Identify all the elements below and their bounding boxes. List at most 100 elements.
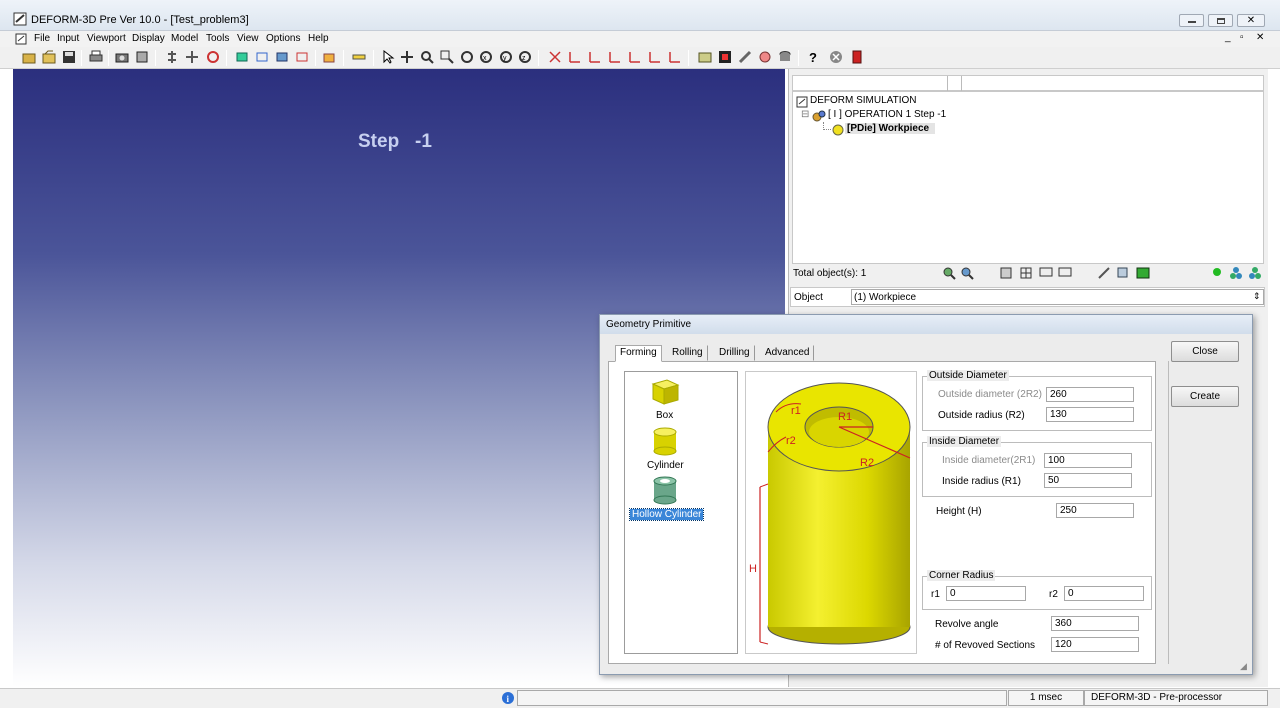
menu-model[interactable]: Model bbox=[171, 33, 198, 44]
ruler-icon[interactable] bbox=[352, 50, 366, 64]
inside-diameter-title: Inside Diameter bbox=[927, 436, 1002, 447]
green-dot-icon[interactable] bbox=[1212, 267, 1222, 277]
pointer-icon[interactable] bbox=[381, 50, 395, 64]
inside-radius-input[interactable]: 50 bbox=[1044, 473, 1132, 488]
minimize-button[interactable] bbox=[1179, 14, 1204, 27]
height-input[interactable]: 250 bbox=[1056, 503, 1134, 518]
refresh-icon[interactable] bbox=[206, 50, 220, 64]
view-wire-icon[interactable] bbox=[255, 50, 269, 64]
close-window-button[interactable]: ✕ bbox=[1237, 14, 1265, 27]
shape-box[interactable]: Box bbox=[625, 372, 737, 421]
maximize-button[interactable] bbox=[1208, 14, 1233, 27]
outside-diameter-input[interactable]: 260 bbox=[1046, 387, 1134, 402]
mesh-icon[interactable] bbox=[165, 50, 179, 64]
create-button[interactable]: Create bbox=[1171, 386, 1239, 407]
shape-hollow-cylinder-label: Hollow Cylinder bbox=[628, 508, 705, 521]
fit-icon[interactable] bbox=[185, 50, 199, 64]
tab-advanced[interactable]: Advanced bbox=[760, 345, 815, 361]
help-icon[interactable]: ? bbox=[808, 50, 822, 64]
rotate-icon[interactable] bbox=[460, 50, 474, 64]
r1-input[interactable]: 0 bbox=[946, 586, 1026, 601]
view-solid-icon[interactable] bbox=[235, 50, 249, 64]
open-icon[interactable] bbox=[42, 50, 56, 64]
menu-tools[interactable]: Tools bbox=[206, 33, 229, 44]
menu-options[interactable]: Options bbox=[266, 33, 300, 44]
mdi-minimize-button[interactable]: _ bbox=[1225, 32, 1231, 43]
rotate-x-icon[interactable]: x bbox=[479, 50, 493, 64]
group-icon[interactable] bbox=[1229, 266, 1243, 280]
menu-view[interactable]: View bbox=[237, 33, 259, 44]
tab-forming[interactable]: Forming bbox=[615, 345, 662, 362]
tree-workpiece[interactable]: [PDie] Workpiece bbox=[845, 123, 936, 134]
shape-list: Box Cylinder Hollow Cylinder bbox=[624, 371, 738, 654]
label-R1: R1 bbox=[838, 411, 852, 423]
tab-drilling[interactable]: Drilling bbox=[714, 345, 755, 361]
menu-file[interactable]: File bbox=[34, 33, 50, 44]
view-outline-icon[interactable] bbox=[295, 50, 309, 64]
tools-icon[interactable] bbox=[738, 50, 752, 64]
object-icon[interactable] bbox=[322, 50, 336, 64]
revolve-angle-input[interactable]: 360 bbox=[1051, 616, 1139, 631]
print-icon[interactable] bbox=[89, 50, 103, 64]
shape-cylinder[interactable]: Cylinder bbox=[625, 424, 737, 471]
view-yz-icon[interactable] bbox=[588, 50, 602, 64]
color-icon[interactable] bbox=[718, 50, 732, 64]
view-zx-icon[interactable] bbox=[608, 50, 622, 64]
view-iso-icon[interactable] bbox=[628, 50, 642, 64]
pan-icon[interactable] bbox=[400, 50, 414, 64]
grid-icon[interactable] bbox=[1019, 266, 1033, 280]
delete-object-icon[interactable] bbox=[960, 266, 974, 280]
menu-viewport[interactable]: Viewport bbox=[87, 33, 126, 44]
view-shade-icon[interactable] bbox=[275, 50, 289, 64]
monitor2-icon[interactable] bbox=[1058, 266, 1072, 280]
save-icon[interactable] bbox=[62, 50, 76, 64]
menu-display[interactable]: Display bbox=[132, 33, 165, 44]
tree-root[interactable]: DEFORM SIMULATION bbox=[810, 95, 916, 106]
mdi-restore-button[interactable]: ▫ bbox=[1240, 32, 1244, 43]
app-icon bbox=[13, 12, 27, 26]
mdi-close-button[interactable]: ✕ bbox=[1256, 32, 1264, 43]
inside-diameter-input[interactable]: 100 bbox=[1044, 453, 1132, 468]
tree-operation[interactable]: [ I ] OPERATION 1 Step -1 bbox=[828, 109, 946, 120]
axis-icon[interactable] bbox=[548, 50, 562, 64]
capture-icon[interactable] bbox=[135, 50, 149, 64]
copy-icon[interactable] bbox=[1116, 266, 1130, 280]
object-select[interactable]: (1) Workpiece ⇕ bbox=[851, 289, 1264, 305]
zoom-icon[interactable] bbox=[420, 50, 434, 64]
tab-rolling[interactable]: Rolling bbox=[667, 345, 708, 361]
resize-grip[interactable]: ◢ bbox=[1240, 661, 1247, 672]
corner-radius-title: Corner Radius bbox=[927, 570, 996, 581]
exit-icon[interactable] bbox=[850, 50, 864, 64]
r2-input[interactable]: 0 bbox=[1064, 586, 1144, 601]
shape-hollow-cylinder[interactable]: Hollow Cylinder bbox=[625, 472, 737, 521]
menu-help[interactable]: Help bbox=[308, 33, 329, 44]
object-select-value: (1) Workpiece bbox=[854, 292, 917, 303]
rotate-y-icon[interactable]: y bbox=[499, 50, 513, 64]
spinner-icon[interactable]: ⇕ bbox=[1253, 291, 1261, 302]
label-r1: r1 bbox=[791, 405, 801, 417]
menu-input[interactable]: Input bbox=[57, 33, 79, 44]
zoom-box-icon[interactable] bbox=[440, 50, 454, 64]
sections-input[interactable]: 120 bbox=[1051, 637, 1139, 652]
monitor-icon[interactable] bbox=[1039, 266, 1053, 280]
view-xy-icon[interactable] bbox=[568, 50, 582, 64]
label-R2: R2 bbox=[860, 457, 874, 469]
image-icon[interactable] bbox=[1136, 266, 1150, 280]
view-back-icon[interactable] bbox=[668, 50, 682, 64]
close-button[interactable]: Close bbox=[1171, 341, 1239, 362]
rotate-z-icon[interactable]: z bbox=[518, 50, 532, 64]
new-icon[interactable] bbox=[22, 50, 36, 64]
camera-icon[interactable] bbox=[115, 50, 129, 64]
insert-object-icon[interactable] bbox=[942, 266, 956, 280]
show-object-icon[interactable] bbox=[999, 266, 1013, 280]
group2-icon[interactable] bbox=[1248, 266, 1262, 280]
settings-icon[interactable] bbox=[758, 50, 772, 64]
run-icon[interactable] bbox=[698, 50, 712, 64]
outside-radius-input[interactable]: 130 bbox=[1046, 407, 1134, 422]
view-front-icon[interactable] bbox=[648, 50, 662, 64]
database-icon[interactable] bbox=[778, 50, 792, 64]
pick-icon[interactable] bbox=[1097, 266, 1111, 280]
status-message bbox=[517, 690, 1007, 706]
stop-icon[interactable] bbox=[829, 50, 843, 64]
hollow-cylinder-icon bbox=[653, 476, 677, 505]
